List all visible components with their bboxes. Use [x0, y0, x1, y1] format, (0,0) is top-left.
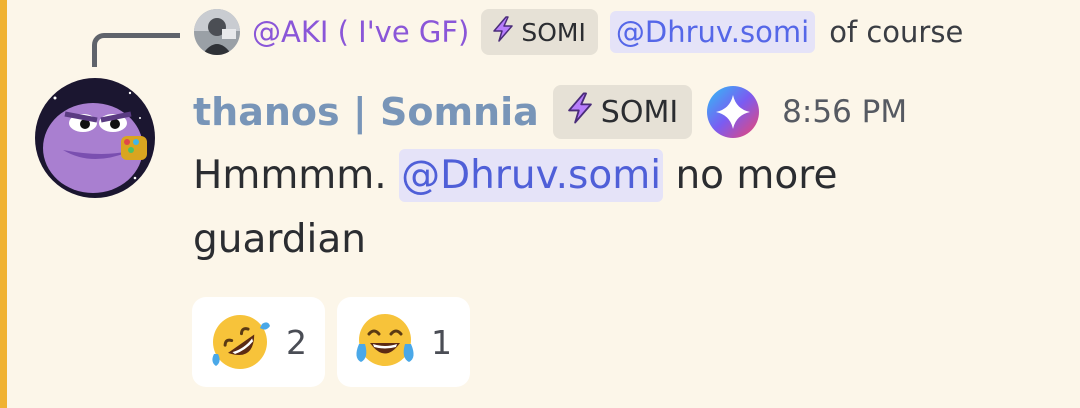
- reaction-count: 1: [431, 322, 452, 362]
- chat-message: @AKI ( I've GF) SOMI @Dhruv.somi of cour…: [0, 0, 1080, 408]
- rolling-on-floor-laughing-icon: [208, 310, 272, 374]
- reactions-bar: 2 1: [192, 297, 482, 387]
- user-mention[interactable]: @Dhruv.somi: [399, 149, 664, 202]
- reply-mention[interactable]: @Dhruv.somi: [609, 11, 816, 53]
- reply-spine: [92, 33, 180, 67]
- reaction-rolling-laugh[interactable]: 2: [192, 297, 325, 387]
- lightning-icon: [489, 15, 517, 49]
- message-content: Hmmmm. @Dhruv.somi no more guardian: [193, 144, 993, 272]
- highlight-bar: [0, 0, 7, 408]
- reply-text[interactable]: of course: [829, 15, 963, 49]
- username[interactable]: thanos | Somnia: [193, 90, 539, 134]
- timestamp[interactable]: 8:56 PM: [782, 94, 907, 130]
- nitro-badge-icon[interactable]: [706, 85, 760, 139]
- reply-avatar[interactable]: [194, 9, 240, 55]
- avatar[interactable]: [35, 78, 155, 198]
- reply-preview[interactable]: @AKI ( I've GF) SOMI @Dhruv.somi of cour…: [194, 8, 963, 56]
- reaction-count: 2: [286, 322, 307, 362]
- tears-of-joy-icon: [353, 310, 417, 374]
- message-header: thanos | Somnia SOMI 8:56 PM: [193, 82, 907, 142]
- message-text-prefix: Hmmmm.: [193, 153, 400, 198]
- server-tag-label: SOMI: [600, 94, 679, 130]
- reaction-tears-of-joy[interactable]: 1: [337, 297, 470, 387]
- server-tag[interactable]: SOMI: [552, 85, 693, 139]
- reply-server-tag[interactable]: SOMI: [481, 9, 598, 55]
- lightning-icon: [563, 91, 597, 133]
- reply-author[interactable]: @AKI ( I've GF): [252, 15, 469, 49]
- reply-tag-label: SOMI: [521, 17, 586, 47]
